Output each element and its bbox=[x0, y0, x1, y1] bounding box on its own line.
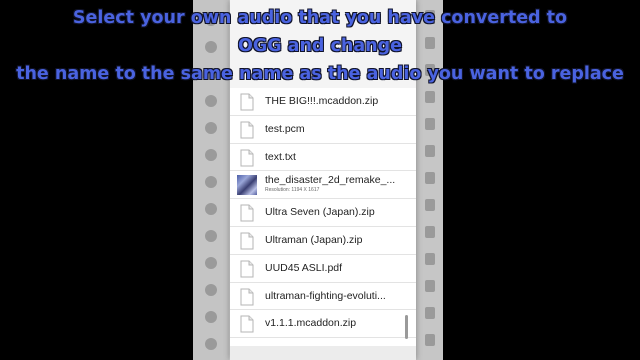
file-icon bbox=[240, 232, 254, 250]
background-row-icon bbox=[425, 145, 435, 157]
file-icon bbox=[240, 93, 254, 111]
dialog-bottom-bar bbox=[230, 346, 416, 360]
file-list: THE BIG!!!.mcaddon.zip test.pcm text.txt… bbox=[230, 88, 416, 339]
file-icon bbox=[240, 315, 254, 333]
file-name: the_disaster_2d_remake_... bbox=[265, 174, 396, 187]
caption-line: OGG and change bbox=[237, 36, 403, 56]
background-row-icon bbox=[205, 230, 217, 242]
background-row-icon bbox=[425, 172, 435, 184]
background-row-icon bbox=[425, 91, 435, 103]
background-row-icon bbox=[425, 334, 435, 346]
background-row-icon bbox=[205, 203, 217, 215]
file-name: test.pcm bbox=[265, 122, 305, 135]
file-row[interactable]: THE BIG!!!.mcaddon.zip bbox=[230, 88, 416, 116]
file-row[interactable]: v1.1.1.mcaddon.zip bbox=[230, 310, 416, 339]
file-row[interactable]: the_disaster_2d_remake_... Resolution: 1… bbox=[230, 171, 416, 200]
file-name: UUD45 ASLI.pdf bbox=[265, 261, 343, 274]
file-icon bbox=[240, 260, 254, 278]
background-row-icon bbox=[425, 226, 435, 238]
background-row-icon bbox=[205, 176, 217, 188]
background-row-icon bbox=[425, 280, 435, 292]
file-name: ultraman-fighting-evoluti... bbox=[265, 289, 386, 302]
background-row-icon bbox=[205, 122, 217, 134]
background-row-icon bbox=[425, 199, 435, 211]
file-name: Ultraman (Japan).zip bbox=[265, 233, 363, 246]
file-row[interactable]: ultraman-fighting-evoluti... bbox=[230, 283, 416, 311]
file-name: text.txt bbox=[265, 150, 296, 163]
background-row-icon bbox=[205, 95, 217, 107]
background-row-icon bbox=[205, 284, 217, 296]
file-icon bbox=[240, 121, 254, 139]
background-row-icon bbox=[205, 311, 217, 323]
background-row-icon bbox=[205, 257, 217, 269]
file-icon bbox=[240, 204, 254, 222]
file-name: THE BIG!!!.mcaddon.zip bbox=[265, 95, 379, 107]
file-icon bbox=[240, 149, 254, 167]
file-name: v1.1.1.mcaddon.zip bbox=[265, 317, 357, 330]
caption-line: the name to the same name as the audio y… bbox=[16, 64, 624, 84]
image-thumbnail bbox=[237, 175, 257, 196]
file-row[interactable]: test.pcm bbox=[230, 116, 416, 144]
tutorial-caption: Select your own audio that you have conv… bbox=[0, 4, 640, 88]
file-row[interactable]: text.txt bbox=[230, 144, 416, 172]
background-row-icon bbox=[425, 253, 435, 265]
background-row-icon bbox=[205, 338, 217, 350]
file-row[interactable]: UUD45 ASLI.pdf bbox=[230, 255, 416, 283]
file-row[interactable]: Ultraman (Japan).zip bbox=[230, 227, 416, 255]
file-resolution: Resolution: 1194 X 1617 bbox=[265, 187, 320, 194]
background-row-icon bbox=[425, 307, 435, 319]
background-row-icon bbox=[425, 118, 435, 130]
file-row[interactable]: Ultra Seven (Japan).zip bbox=[230, 199, 416, 227]
scrollbar[interactable] bbox=[405, 315, 408, 339]
file-icon bbox=[240, 288, 254, 306]
file-name: Ultra Seven (Japan).zip bbox=[265, 206, 375, 219]
caption-line: Select your own audio that you have conv… bbox=[72, 8, 568, 28]
background-row-icon bbox=[205, 149, 217, 161]
